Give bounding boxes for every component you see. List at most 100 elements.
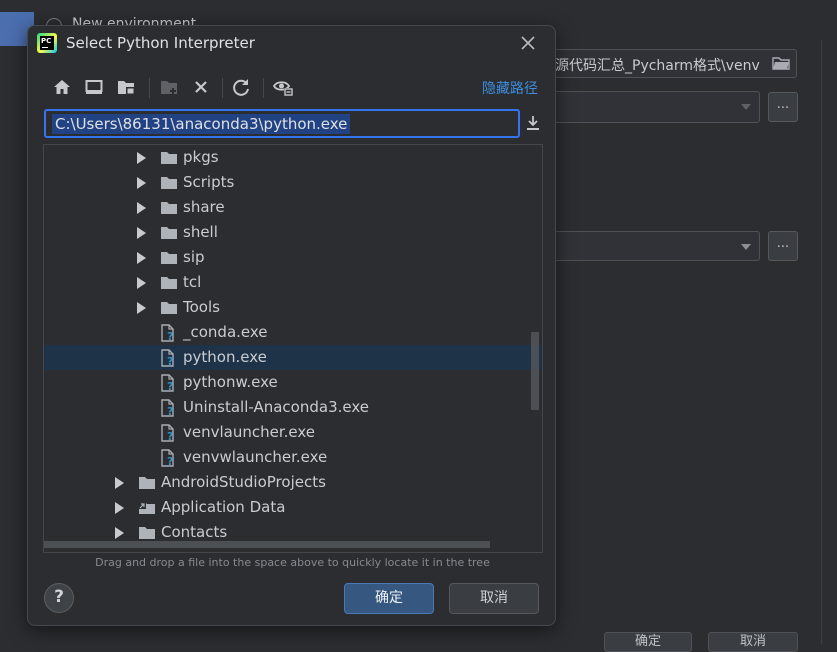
tree-row[interactable]: tcl bbox=[44, 270, 542, 295]
tree-row[interactable]: share bbox=[44, 195, 542, 220]
tree-row[interactable]: AndroidStudioProjects bbox=[44, 470, 542, 495]
svg-text:?: ? bbox=[167, 330, 173, 342]
path-input-value[interactable]: C:\Users\86131\anaconda3\python.exe bbox=[52, 114, 351, 134]
ok-button[interactable]: 确定 bbox=[344, 583, 434, 614]
chevron-right-icon[interactable] bbox=[137, 252, 146, 264]
tree-row-label: Application Data bbox=[161, 498, 286, 516]
tree-row[interactable]: ? venvwlauncher.exe bbox=[44, 445, 542, 470]
unknown-file-icon: ? bbox=[161, 399, 174, 417]
toolbar-separator bbox=[263, 78, 264, 98]
new-folder-icon[interactable] bbox=[158, 76, 180, 98]
dialog-titlebar: PC Select Python Interpreter bbox=[28, 26, 555, 62]
unknown-file-icon: ? bbox=[161, 374, 174, 392]
desktop-icon[interactable] bbox=[83, 76, 105, 98]
folder-icon bbox=[161, 302, 177, 314]
tree-row-label: shell bbox=[183, 223, 218, 241]
tree-row[interactable]: sip bbox=[44, 245, 542, 270]
tree-row[interactable]: shell bbox=[44, 220, 542, 245]
tree-row-label: Contacts bbox=[161, 523, 228, 541]
tree-row-label: venvwlauncher.exe bbox=[183, 448, 328, 466]
help-button[interactable]: ? bbox=[44, 583, 74, 613]
select-interpreter-dialog: PC Select Python Interpreter 隐藏路径 C:\Use… bbox=[27, 25, 556, 626]
svg-text:?: ? bbox=[167, 430, 173, 442]
tree-row-label: pythonw.exe bbox=[183, 373, 278, 391]
bg-window-edge bbox=[821, 40, 837, 644]
chevron-right-icon[interactable] bbox=[137, 202, 146, 214]
drag-drop-hint: Drag and drop a file into the space abov… bbox=[95, 556, 490, 569]
toolbar-separator bbox=[149, 78, 150, 98]
bg-location-value: 源代码汇总_Pycharm格式\venv bbox=[555, 58, 760, 74]
folder-icon bbox=[161, 202, 177, 214]
svg-text:?: ? bbox=[167, 380, 173, 392]
delete-icon[interactable] bbox=[190, 76, 212, 98]
folder-icon bbox=[161, 177, 177, 189]
unknown-file-icon: ? bbox=[161, 349, 174, 367]
tree-row-label: sip bbox=[183, 248, 205, 266]
tree-row[interactable]: ? Uninstall-Anaconda3.exe bbox=[44, 395, 542, 420]
tree-row[interactable]: Tools bbox=[44, 295, 542, 320]
bg-cancel-button[interactable]: 取消 bbox=[708, 632, 798, 652]
unknown-file-icon: ? bbox=[161, 424, 174, 442]
close-icon[interactable] bbox=[516, 31, 540, 55]
chevron-right-icon[interactable] bbox=[115, 527, 124, 539]
show-hidden-icon[interactable] bbox=[272, 76, 294, 98]
folder-icon bbox=[161, 152, 177, 164]
chevron-right-icon[interactable] bbox=[137, 152, 146, 164]
folder-icon bbox=[161, 227, 177, 239]
folder-icon bbox=[139, 527, 155, 539]
folder-icon bbox=[139, 477, 155, 489]
chevron-right-icon[interactable] bbox=[137, 277, 146, 289]
chevron-right-icon[interactable] bbox=[115, 477, 124, 489]
chevron-right-icon[interactable] bbox=[137, 227, 146, 239]
tree-row-label: venvlauncher.exe bbox=[183, 423, 316, 441]
project-folder-icon[interactable] bbox=[115, 76, 137, 98]
bg-location-field[interactable]: 源代码汇总_Pycharm格式\venv bbox=[540, 49, 797, 78]
bg-browse-button[interactable]: ... bbox=[768, 92, 798, 122]
tree-row-label: Scripts bbox=[183, 173, 235, 191]
chevron-right-icon[interactable] bbox=[115, 502, 124, 514]
tree-row-label: pkgs bbox=[183, 148, 219, 166]
file-chooser-toolbar: 隐藏路径 bbox=[48, 76, 538, 100]
bg-browse-button-2[interactable]: ... bbox=[768, 231, 798, 261]
tree-row-label: share bbox=[183, 198, 225, 216]
bg-ok-button[interactable]: 确定 bbox=[604, 632, 692, 652]
tree-row-label: _conda.exe bbox=[183, 323, 268, 341]
unknown-file-icon: ? bbox=[161, 449, 174, 467]
unknown-file-icon: ? bbox=[161, 324, 174, 342]
tree-row[interactable]: Application Data bbox=[44, 495, 542, 520]
tree-row-label: tcl bbox=[183, 273, 202, 291]
horizontal-scrollbar[interactable] bbox=[44, 541, 490, 548]
hide-path-link[interactable]: 隐藏路径 bbox=[482, 78, 538, 98]
svg-text:?: ? bbox=[167, 405, 173, 417]
folder-icon bbox=[161, 277, 177, 289]
home-icon[interactable] bbox=[51, 76, 73, 98]
tree-row[interactable]: Scripts bbox=[44, 170, 542, 195]
vertical-scrollbar[interactable] bbox=[531, 332, 539, 410]
tree-row[interactable]: ? pythonw.exe bbox=[44, 370, 542, 395]
download-icon[interactable] bbox=[524, 114, 542, 132]
folder-icon[interactable] bbox=[772, 57, 790, 70]
tree-row-label: Uninstall-Anaconda3.exe bbox=[183, 398, 369, 416]
svg-text:?: ? bbox=[167, 455, 173, 467]
bg-base-interpreter-dropdown[interactable] bbox=[540, 91, 760, 123]
chevron-down-icon bbox=[741, 244, 751, 250]
file-tree[interactable]: Contacts Application Data AndroidStudioPro… bbox=[43, 144, 543, 553]
tree-row[interactable]: ? _conda.exe bbox=[44, 320, 542, 345]
refresh-icon[interactable] bbox=[230, 76, 252, 98]
tree-row-label: AndroidStudioProjects bbox=[161, 473, 326, 491]
cancel-button[interactable]: 取消 bbox=[449, 583, 539, 614]
chevron-down-icon bbox=[741, 104, 751, 110]
svg-text:?: ? bbox=[167, 355, 173, 367]
dialog-title: Select Python Interpreter bbox=[66, 34, 255, 52]
tree-row[interactable]: ? venvlauncher.exe bbox=[44, 420, 542, 445]
toolbar-separator bbox=[222, 78, 223, 98]
tree-row-label: python.exe bbox=[183, 348, 267, 366]
chevron-right-icon[interactable] bbox=[137, 177, 146, 189]
folder-icon bbox=[161, 252, 177, 264]
path-field[interactable]: C:\Users\86131\anaconda3\python.exe bbox=[44, 109, 520, 138]
chevron-right-icon[interactable] bbox=[137, 302, 146, 314]
tree-row[interactable]: ? python.exe bbox=[44, 345, 542, 370]
bg-interpreter-dropdown[interactable] bbox=[540, 231, 760, 261]
tree-row[interactable]: pkgs bbox=[44, 145, 542, 170]
tree-row-label: Tools bbox=[183, 298, 220, 316]
